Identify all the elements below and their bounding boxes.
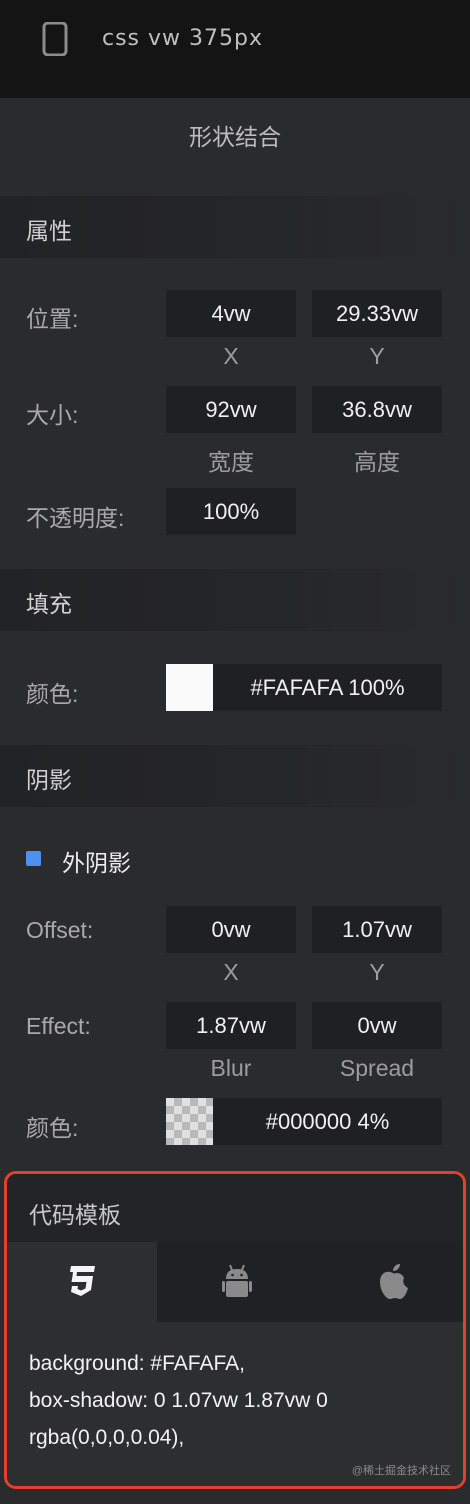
- section-header-properties: 属性: [0, 196, 470, 258]
- blur-caption: Blur: [210, 1055, 252, 1081]
- phone-icon[interactable]: [42, 22, 68, 56]
- section-title: 代码模板: [29, 1202, 121, 1228]
- position-y-input[interactable]: 29.33vw: [312, 290, 442, 337]
- device-title: css vw 375px: [102, 26, 263, 51]
- shadow-enabled-checkbox[interactable]: [26, 851, 41, 866]
- panel-title: 形状结合: [189, 124, 281, 150]
- shadow-color-swatch[interactable]: [166, 1098, 213, 1145]
- opacity-input[interactable]: 100%: [166, 488, 296, 535]
- effect-label: Effect:: [26, 1013, 91, 1039]
- shadow-color-value: #000000 4%: [265, 1109, 390, 1134]
- shadow-color-label: 颜色:: [26, 1115, 79, 1141]
- width-input[interactable]: 92vw: [166, 386, 296, 433]
- apple-icon: [380, 1264, 408, 1299]
- section-title: 阴影: [26, 767, 72, 793]
- height-caption: 高度: [354, 449, 400, 475]
- android-icon: [222, 1264, 252, 1297]
- shadow-type-label: 外阴影: [62, 850, 131, 876]
- position-x-input[interactable]: 4vw: [166, 290, 296, 337]
- section-header-code: 代码模板: [7, 1174, 463, 1242]
- size-label: 大小:: [26, 402, 79, 428]
- section-title: 填充: [26, 591, 72, 617]
- code-line: box-shadow: 0 1.07vw 1.87vw 0: [29, 1389, 328, 1412]
- position-y-caption: Y: [369, 343, 385, 369]
- fill-color-label: 颜色:: [26, 681, 79, 707]
- blur-input[interactable]: 1.87vw: [166, 1002, 296, 1049]
- top-bar: css vw 375px: [0, 0, 470, 98]
- code-content: background: #FAFAFA, box-shadow: 0 1.07v…: [7, 1322, 463, 1486]
- width-caption: 宽度: [208, 449, 254, 475]
- height-input[interactable]: 36.8vw: [312, 386, 442, 433]
- shadow-color-field[interactable]: #000000 4%: [166, 1098, 442, 1145]
- tab-android[interactable]: [157, 1242, 317, 1322]
- position-x-caption: X: [223, 343, 239, 369]
- spread-caption: Spread: [339, 1055, 415, 1081]
- offset-y-input[interactable]: 1.07vw: [312, 906, 442, 953]
- tab-ios[interactable]: [317, 1242, 463, 1322]
- code-line: rgba(0,0,0,0.04),: [29, 1426, 185, 1449]
- position-label: 位置:: [26, 306, 79, 332]
- css3-icon: [70, 1266, 95, 1296]
- section-title: 属性: [26, 218, 72, 244]
- spread-input[interactable]: 0vw: [312, 1002, 442, 1049]
- offset-x-input[interactable]: 0vw: [166, 906, 296, 953]
- opacity-label: 不透明度:: [26, 505, 125, 531]
- offset-y-caption: Y: [369, 959, 385, 985]
- watermark: @稀土掘金技术社区: [351, 1465, 451, 1477]
- section-header-fill: 填充: [0, 569, 470, 631]
- code-line: background: #FAFAFA,: [29, 1352, 245, 1375]
- fill-color-value: #FAFAFA 100%: [250, 675, 405, 700]
- offset-label: Offset:: [26, 917, 94, 943]
- offset-x-caption: X: [223, 959, 239, 985]
- code-tabs: [7, 1242, 463, 1322]
- section-header-shadow: 阴影: [0, 745, 470, 807]
- code-template-panel: 代码模板 background: #FAFAFA, box-shadow: 0 …: [4, 1171, 466, 1489]
- tab-css[interactable]: [7, 1242, 157, 1322]
- fill-color-swatch[interactable]: [166, 664, 213, 711]
- fill-color-field[interactable]: #FAFAFA 100%: [166, 664, 442, 711]
